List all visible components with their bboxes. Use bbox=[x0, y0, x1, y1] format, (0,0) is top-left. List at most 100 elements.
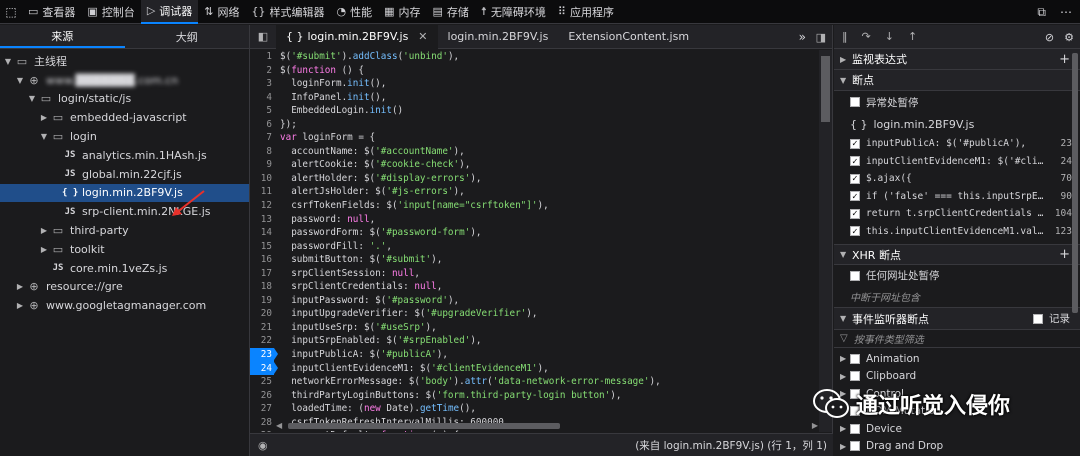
horizontal-scrollbar[interactable]: ◀ ▶ bbox=[274, 421, 820, 431]
line-number[interactable]: 18 bbox=[250, 280, 274, 294]
line-number[interactable]: 6 bbox=[250, 118, 274, 132]
code-line[interactable]: 13 password: null, bbox=[250, 213, 820, 227]
eye-icon[interactable]: ◉ bbox=[258, 439, 268, 452]
tree-node-file[interactable]: JS analytics.min.1HAsh.js bbox=[0, 146, 249, 165]
pause-icon[interactable]: ‖ bbox=[842, 30, 848, 43]
tab-style-editor[interactable]: {} 样式编辑器 bbox=[246, 0, 331, 24]
code-line[interactable]: 14 passwordForm: $('#password-form'), bbox=[250, 226, 820, 240]
code-line[interactable]: 16 submitButton: $('#submit'), bbox=[250, 253, 820, 267]
code-line[interactable]: 11 alertJsHolder: $('#js-errors'), bbox=[250, 185, 820, 199]
tab-storage[interactable]: ▤ 存储 bbox=[427, 0, 475, 24]
line-number[interactable]: 22 bbox=[250, 334, 274, 348]
tab-application[interactable]: ⠿ 应用程序 bbox=[552, 0, 620, 24]
code-line[interactable]: 21 inputUseSrp: $('#useSrp'), bbox=[250, 321, 820, 335]
checkbox[interactable] bbox=[1033, 313, 1043, 324]
line-number[interactable]: 15 bbox=[250, 240, 274, 254]
watch-expressions-header[interactable]: ▶ 监视表达式 + bbox=[834, 49, 1080, 70]
breakpoint-item[interactable]: ✓ this.inputClientEvidenceM1.val(t… 123 bbox=[834, 223, 1080, 241]
editor-tab[interactable]: ExtensionContent.jsm bbox=[558, 25, 699, 49]
line-number[interactable]: 13 bbox=[250, 213, 274, 227]
add-watch-icon[interactable]: + bbox=[1059, 52, 1070, 67]
xhr-breakpoints-header[interactable]: ▼ XHR 断点 + bbox=[834, 244, 1080, 265]
scrollbar-thumb[interactable] bbox=[1072, 53, 1078, 313]
tree-node-file[interactable]: JS core.min.1veZs.js bbox=[0, 259, 249, 278]
code-line[interactable]: 6}); bbox=[250, 118, 820, 132]
checkbox[interactable]: ✓ bbox=[850, 208, 860, 219]
line-number[interactable]: 2 bbox=[250, 64, 274, 78]
line-number[interactable]: 14 bbox=[250, 226, 274, 240]
breakpoint-item[interactable]: ✓ $.ajax({70 bbox=[834, 170, 1080, 188]
checkbox[interactable]: ✓ bbox=[850, 173, 860, 184]
tree-node-folder[interactable]: ▶ ▭ third-party bbox=[0, 221, 249, 240]
code-line[interactable]: 7 var loginForm = { bbox=[250, 131, 820, 145]
code-line[interactable]: 3 loginForm.init(), bbox=[250, 77, 820, 91]
log-option[interactable]: 记录 bbox=[1033, 311, 1070, 326]
breakpoint-item[interactable]: ✓ inputPublicA: $('#publicA'), 23 bbox=[834, 135, 1080, 153]
tab-debugger[interactable]: ▷ 调试器 bbox=[140, 0, 199, 24]
tab-performance[interactable]: ◔ 性能 bbox=[331, 0, 379, 24]
toggle-debug-panel-icon[interactable]: ◨ bbox=[816, 25, 826, 49]
scrollbar-thumb[interactable] bbox=[288, 423, 560, 429]
scroll-left-icon[interactable]: ◀ bbox=[276, 421, 282, 430]
tree-node-domain[interactable]: ▶ ⊕ resource://gre bbox=[0, 278, 249, 297]
xhr-url-input[interactable]: 中断于网址包含 bbox=[834, 286, 1080, 308]
tree-node-file[interactable]: JS srp-client.min.2NkGE.js bbox=[0, 202, 249, 221]
line-number[interactable]: 17 bbox=[250, 267, 274, 281]
vertical-scrollbar[interactable] bbox=[819, 50, 832, 432]
step-out-icon[interactable]: ↑ bbox=[908, 30, 917, 43]
editor-tab-active[interactable]: { } login.min.2BF9V.js ✕ bbox=[276, 24, 438, 49]
code-line[interactable]: 17 srpClientSession: null, bbox=[250, 267, 820, 281]
tab-sources[interactable]: 来源 bbox=[0, 25, 125, 48]
line-number[interactable]: 1 bbox=[250, 50, 274, 64]
event-category[interactable]: ▶ Drag and Drop bbox=[834, 438, 1080, 456]
line-number[interactable]: 7 bbox=[250, 131, 274, 145]
tab-network[interactable]: ⇅ 网络 bbox=[198, 0, 245, 24]
tab-console[interactable]: ▣ 控制台 bbox=[81, 0, 140, 24]
code-line[interactable]: 18 srpClientCredentials: null, bbox=[250, 280, 820, 294]
code-lines[interactable]: 1 $('#submit').addClass('unbind'), 2 $(func… bbox=[250, 50, 820, 432]
code-line[interactable]: 26 thirdPartyLoginButtons: $('form.third… bbox=[250, 389, 820, 403]
toggle-sidebar-icon[interactable]: ◧ bbox=[250, 25, 276, 49]
breakpoint-marker[interactable]: 23 bbox=[250, 348, 278, 362]
line-number[interactable]: 9 bbox=[250, 158, 274, 172]
add-xhr-breakpoint-icon[interactable]: + bbox=[1059, 247, 1070, 262]
checkbox[interactable]: ✓ bbox=[850, 191, 860, 202]
code-line[interactable]: 8 accountName: $('#accountName'), bbox=[250, 145, 820, 159]
more-options-icon[interactable]: ⋯ bbox=[1060, 5, 1072, 19]
code-line[interactable]: 2 $(function () { bbox=[250, 64, 820, 78]
code-line[interactable]: 27 loadedTime: (new Date).getTime(), bbox=[250, 402, 820, 416]
breakpoint-item[interactable]: ✓ return t.srpClientCredentials = … 104 bbox=[834, 205, 1080, 223]
line-number[interactable]: 26 bbox=[250, 389, 274, 403]
xhr-any-url[interactable]: 任何网址处暂停 bbox=[834, 265, 1080, 286]
breakpoint-file[interactable]: { } login.min.2BF9V.js bbox=[834, 113, 1080, 135]
tree-node-folder[interactable]: ▼ ▭ login/static/js bbox=[0, 90, 249, 109]
line-number[interactable]: 16 bbox=[250, 253, 274, 267]
tab-outline[interactable]: 大纲 bbox=[125, 25, 250, 48]
tab-inspector[interactable]: ▭ 查看器 bbox=[22, 0, 81, 24]
breakpoint-item[interactable]: ✓ if ('false' === this.inputSrpEnabled.va… bbox=[834, 188, 1080, 206]
line-number[interactable]: 4 bbox=[250, 91, 274, 105]
line-number[interactable]: 20 bbox=[250, 307, 274, 321]
code-line[interactable]: 22 inputSrpEnabled: $('#srpEnabled'), bbox=[250, 334, 820, 348]
code-line[interactable]: 15 passwordFill: '.', bbox=[250, 240, 820, 254]
code-line[interactable]: 1 $('#submit').addClass('unbind'), bbox=[250, 50, 820, 64]
tree-node-file[interactable]: JS global.min.22cjf.js bbox=[0, 165, 249, 184]
line-number[interactable]: 10 bbox=[250, 172, 274, 186]
checkbox[interactable] bbox=[850, 423, 860, 434]
line-number[interactable]: 3 bbox=[250, 77, 274, 91]
code-line[interactable]: 4 InfoPanel.init(), bbox=[250, 91, 820, 105]
element-picker-icon[interactable]: ⬚ bbox=[0, 0, 22, 24]
checkbox[interactable]: ✓ bbox=[850, 138, 860, 149]
editor-tab[interactable]: login.min.2BF9V.js bbox=[438, 25, 559, 49]
scroll-right-icon[interactable]: ▶ bbox=[812, 421, 818, 430]
checkbox[interactable] bbox=[850, 441, 860, 452]
settings-gear-icon[interactable]: ⚙ bbox=[1064, 31, 1074, 44]
line-number[interactable]: 29 bbox=[250, 429, 274, 432]
code-line[interactable]: 19 inputPassword: $('#password'), bbox=[250, 294, 820, 308]
more-tabs-icon[interactable]: » bbox=[799, 25, 806, 49]
checkbox[interactable]: ✓ bbox=[850, 156, 860, 167]
code-line[interactable]: 20 inputUpgradeVerifier: $('#upgradeVeri… bbox=[250, 307, 820, 321]
deactivate-breakpoints-icon[interactable]: ⊘ bbox=[1045, 31, 1054, 44]
event-category[interactable]: ▶ Device bbox=[834, 420, 1080, 438]
event-category[interactable]: ▶ Animation bbox=[834, 350, 1080, 368]
